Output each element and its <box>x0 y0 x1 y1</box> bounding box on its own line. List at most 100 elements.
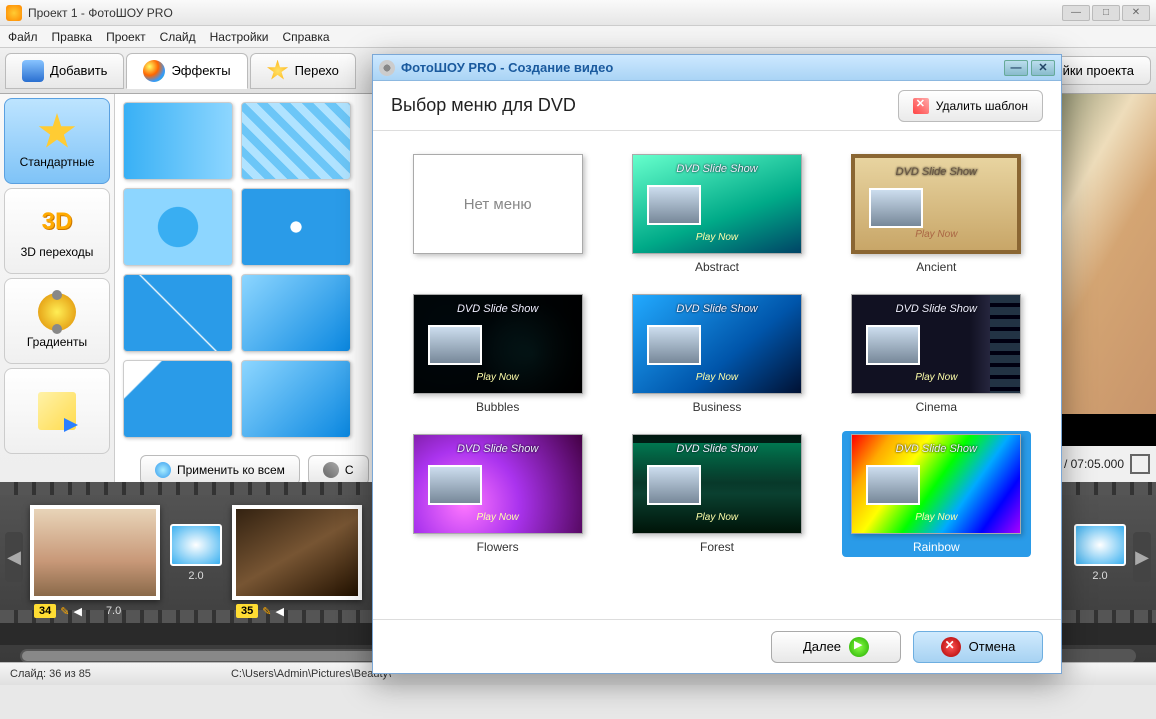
template-label: Rainbow <box>913 540 960 554</box>
menu-file[interactable]: Файл <box>8 30 38 44</box>
menu-bar: Файл Правка Проект Слайд Настройки Справ… <box>0 26 1156 48</box>
3d-icon: 3D <box>38 203 76 241</box>
tab-transitions[interactable]: Перехо <box>250 53 356 89</box>
transition-thumb[interactable] <box>241 102 351 180</box>
dialog-close[interactable]: ✕ <box>1031 60 1055 76</box>
transition-slot[interactable] <box>1074 524 1126 566</box>
menu-template-rainbow[interactable]: DVD Slide ShowPlay NowRainbow <box>842 431 1031 557</box>
menu-template-business[interactable]: DVD Slide ShowPlay NowBusiness <box>622 291 811 417</box>
template-label: Cinema <box>916 400 957 414</box>
play-icon[interactable]: ◀ <box>73 605 81 618</box>
timeline-slide[interactable]: 35✎◀ <box>232 505 362 600</box>
play-icon[interactable]: ◀ <box>275 605 283 618</box>
category-gradients[interactable]: Градиенты <box>4 278 110 364</box>
apply-all-button[interactable]: Применить ко всем <box>140 455 300 485</box>
menu-project[interactable]: Проект <box>106 30 146 44</box>
menu-template-forest[interactable]: DVD Slide ShowPlay NowForest <box>622 431 811 557</box>
status-slide: Слайд: 36 из 85 <box>10 668 91 680</box>
menu-template-none[interactable]: Нет меню <box>403 151 592 277</box>
timeline-slide[interactable]: 34✎◀7.0 <box>30 505 160 600</box>
menu-edit[interactable]: Правка <box>52 30 93 44</box>
transition-thumb[interactable] <box>241 188 351 266</box>
slide-duration: 7.0 <box>106 605 121 617</box>
timeline-next[interactable]: ▶ <box>1133 532 1151 582</box>
next-label: Далее <box>803 639 841 654</box>
menu-template-ancient[interactable]: DVD Slide ShowPlay NowAncient <box>842 151 1031 277</box>
gradient-icon <box>38 293 76 331</box>
tab-effects[interactable]: Эффекты <box>126 53 247 89</box>
title-bar: Проект 1 - ФотоШОУ PRO — □ ✕ <box>0 0 1156 26</box>
transition-thumb[interactable] <box>123 360 233 438</box>
template-label: Flowers <box>477 540 519 554</box>
next-icon <box>849 637 869 657</box>
none-label: Нет меню <box>464 196 532 213</box>
preview-time: 0 / 07:05.000 <box>1054 457 1124 471</box>
cancel-label: Отмена <box>969 639 1016 654</box>
camera-icon <box>22 60 44 82</box>
dvd-menu-dialog: ФотоШОУ PRO - Создание видео — ✕ Выбор м… <box>372 54 1062 674</box>
wand-icon <box>323 462 339 478</box>
close-button[interactable]: ✕ <box>1122 5 1150 21</box>
category-3d[interactable]: 3D 3D переходы <box>4 188 110 274</box>
star-icon <box>38 113 76 151</box>
dialog-heading: Выбор меню для DVD <box>391 95 576 116</box>
note-icon <box>38 392 76 430</box>
template-label: Abstract <box>695 260 739 274</box>
tab-effects-label: Эффекты <box>171 63 230 78</box>
delete-label: Удалить шаблон <box>936 99 1028 113</box>
category-3d-label: 3D переходы <box>21 245 94 259</box>
dialog-title: ФотоШОУ PRO - Создание видео <box>401 60 613 75</box>
menu-template-abstract[interactable]: DVD Slide ShowPlay NowAbstract <box>622 151 811 277</box>
transition-duration: 2.0 <box>170 570 222 582</box>
window-title: Проект 1 - ФотоШОУ PRO <box>28 6 173 20</box>
category-gradients-label: Градиенты <box>27 335 87 349</box>
random-label: С <box>345 463 354 477</box>
transition-duration: 2.0 <box>1074 570 1126 582</box>
template-label: Forest <box>700 540 734 554</box>
palette-icon <box>143 60 165 82</box>
menu-template-cinema[interactable]: DVD Slide ShowPlay NowCinema <box>842 291 1031 417</box>
transition-thumb[interactable] <box>123 102 233 180</box>
slide-number: 34 <box>34 604 56 618</box>
template-label: Ancient <box>916 260 956 274</box>
edit-icon[interactable]: ✎ <box>262 605 271 618</box>
slide-number: 35 <box>236 604 258 618</box>
app-icon <box>6 5 22 21</box>
star-icon <box>267 60 289 82</box>
transition-thumb[interactable] <box>123 188 233 266</box>
tab-transitions-label: Перехо <box>295 63 339 78</box>
cancel-icon <box>941 637 961 657</box>
transition-thumb[interactable] <box>241 274 351 352</box>
category-slideshow[interactable] <box>4 368 110 454</box>
delete-icon <box>913 98 929 114</box>
template-label: Bubbles <box>476 400 519 414</box>
category-standard[interactable]: Стандартные <box>4 98 110 184</box>
delete-template-button[interactable]: Удалить шаблон <box>898 90 1043 122</box>
menu-slide[interactable]: Слайд <box>160 30 196 44</box>
random-button[interactable]: С <box>308 455 369 485</box>
menu-template-flowers[interactable]: DVD Slide ShowPlay NowFlowers <box>403 431 592 557</box>
transition-slot[interactable] <box>170 524 222 566</box>
cancel-button[interactable]: Отмена <box>913 631 1043 663</box>
category-sidebar: Стандартные 3D 3D переходы Градиенты <box>0 94 115 482</box>
template-label: Business <box>693 400 742 414</box>
transition-thumb[interactable] <box>123 274 233 352</box>
menu-help[interactable]: Справка <box>282 30 329 44</box>
status-path: C:\Users\Admin\Pictures\Beauty\ <box>231 668 391 680</box>
edit-icon[interactable]: ✎ <box>60 605 69 618</box>
tab-add[interactable]: Добавить <box>5 53 124 89</box>
category-standard-label: Стандартные <box>20 155 95 169</box>
timeline-prev[interactable]: ◀ <box>5 532 23 582</box>
minimize-button[interactable]: — <box>1062 5 1090 21</box>
tab-add-label: Добавить <box>50 63 107 78</box>
fullscreen-icon[interactable] <box>1130 454 1150 474</box>
next-button[interactable]: Далее <box>771 631 901 663</box>
menu-settings[interactable]: Настройки <box>210 30 269 44</box>
transition-thumb[interactable] <box>241 360 351 438</box>
apply-all-label: Применить ко всем <box>177 463 285 477</box>
dialog-titlebar: ФотоШОУ PRO - Создание видео — ✕ <box>373 55 1061 81</box>
menu-template-bubbles[interactable]: DVD Slide ShowPlay NowBubbles <box>403 291 592 417</box>
apply-icon <box>155 462 171 478</box>
maximize-button[interactable]: □ <box>1092 5 1120 21</box>
dialog-minimize[interactable]: — <box>1004 60 1028 76</box>
